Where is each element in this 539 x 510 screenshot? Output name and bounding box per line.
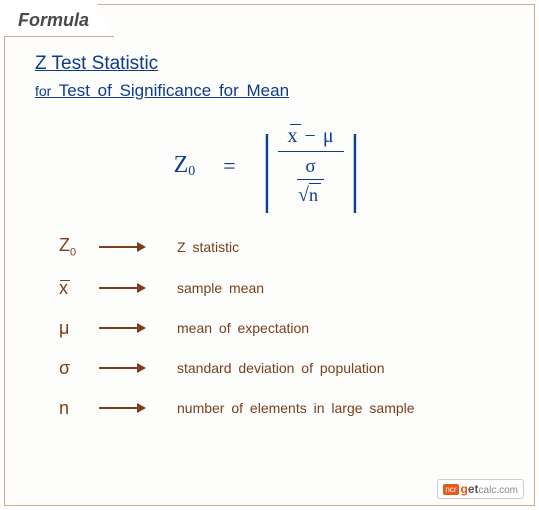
formula-card: Formula Z Test Statistic for Test of Sig…	[4, 4, 535, 506]
brand-logo: ncrgetcalc.com	[437, 479, 524, 499]
legend-symbol: μ	[59, 318, 99, 339]
abs-bar-left: |	[263, 136, 271, 196]
formula-expression: Z0 = | x − μ σ √n |	[29, 125, 510, 207]
xbar-overline-icon	[290, 124, 301, 125]
title-line-1: Z Test Statistic	[35, 53, 510, 75]
denominator: σ √n	[297, 156, 323, 207]
abs-bar-right: |	[351, 136, 359, 196]
legend-row: Z0 Z statistic	[59, 235, 510, 259]
card-tab-label: Formula	[4, 4, 114, 37]
brand-badge-icon: ncr	[443, 484, 458, 495]
legend-row: μ mean of expectation	[59, 318, 510, 339]
legend-desc: number of elements in large sample	[177, 400, 415, 416]
legend-symbol: σ	[59, 358, 99, 379]
legend-symbol: Z0	[59, 235, 99, 259]
legend-symbol: n	[59, 398, 99, 419]
title-main: Test of Significance for Mean	[59, 81, 289, 100]
legend-symbol: x	[59, 278, 99, 299]
legend-desc: standard deviation of population	[177, 360, 384, 376]
card-content: Z Test Statistic for Test of Significanc…	[5, 5, 534, 448]
denominator-sqrt-n: √n	[298, 183, 323, 207]
legend-desc: mean of expectation	[177, 320, 309, 336]
denominator-sigma: σ	[297, 156, 323, 180]
absolute-value: | x − μ σ √n |	[256, 125, 366, 207]
legend-row: x sample mean	[59, 278, 510, 299]
legend-row: σ standard deviation of population	[59, 358, 510, 379]
arrow-icon	[99, 242, 159, 252]
overline-icon	[60, 280, 70, 281]
formula-lhs: Z0	[174, 152, 196, 180]
legend-row: n number of elements in large sample	[59, 398, 510, 419]
arrow-icon	[99, 323, 159, 333]
numerator: x − μ	[278, 125, 344, 152]
title-prefix: for	[35, 83, 51, 99]
legend-desc: sample mean	[177, 280, 264, 296]
title-line-2: for Test of Significance for Mean	[35, 81, 510, 101]
legend: Z0 Z statistic x sample mean μ mean of e…	[59, 235, 510, 419]
fraction: x − μ σ √n	[278, 125, 344, 207]
arrow-icon	[99, 283, 159, 293]
arrow-icon	[99, 363, 159, 373]
legend-desc: Z statistic	[177, 239, 239, 255]
arrow-icon	[99, 403, 159, 413]
equals-sign: =	[223, 153, 235, 179]
